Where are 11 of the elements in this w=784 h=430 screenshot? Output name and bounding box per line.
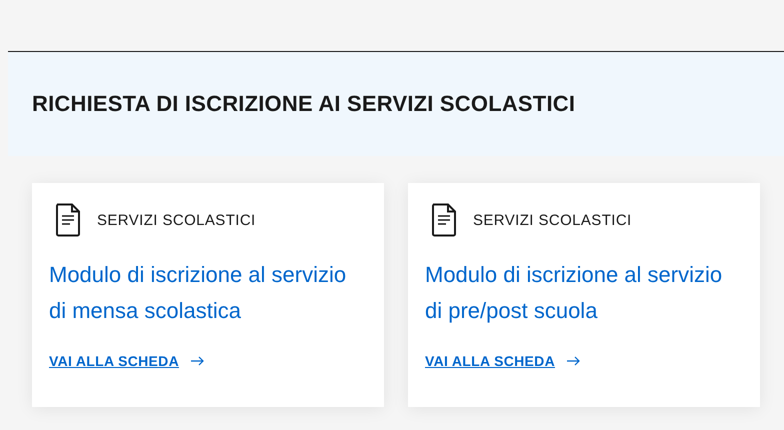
card-link[interactable]: VAI ALLA SCHEDA <box>49 353 179 369</box>
card-category: SERVIZI SCOLASTICI <box>473 212 632 228</box>
document-icon <box>431 203 457 237</box>
arrow-right-icon <box>190 356 204 366</box>
document-icon <box>55 203 81 237</box>
card-link[interactable]: VAI ALLA SCHEDA <box>425 353 555 369</box>
section-title: RICHIESTA DI ISCRIZIONE AI SERVIZI SCOLASTICI <box>32 91 576 117</box>
card-title-link[interactable]: Modulo di iscrizione al servizio di pre/post scuola <box>425 257 740 329</box>
arrow-right-icon <box>566 356 580 366</box>
card-category: SERVIZI SCOLASTICI <box>97 212 256 228</box>
card-title-link[interactable]: Modulo di iscrizione al servizio di mensa scolastica <box>49 257 364 329</box>
